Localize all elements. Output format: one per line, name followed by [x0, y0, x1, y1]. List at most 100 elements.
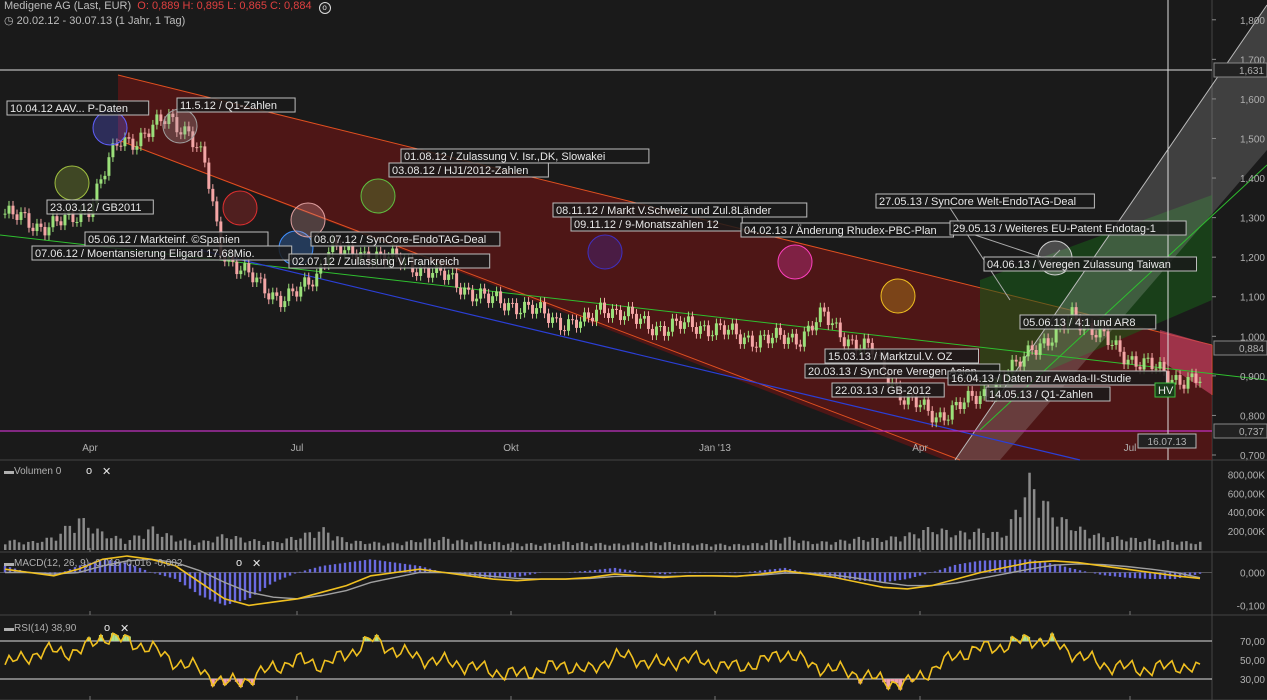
candle-body	[754, 346, 758, 348]
candle-body	[614, 308, 618, 310]
volume-bar	[211, 542, 215, 550]
volume-bar	[899, 541, 902, 550]
candle-body	[806, 325, 810, 332]
macd-histogram-bar	[1003, 559, 1007, 573]
candle-body	[818, 307, 822, 323]
volume-bar	[220, 534, 224, 550]
macd-histogram-bar	[533, 572, 537, 574]
macd-histogram-bar	[153, 572, 157, 574]
volume-bar	[903, 536, 907, 550]
volume-bar	[926, 527, 930, 550]
macd-histogram-bar	[1133, 572, 1137, 579]
candle-body	[822, 307, 826, 312]
candle-body	[135, 146, 139, 150]
macd-histogram-bar	[583, 570, 587, 573]
volume-bar	[626, 544, 630, 550]
candle-body	[51, 216, 55, 228]
volume-bar	[543, 543, 547, 550]
date-tick-label: Apr	[912, 443, 928, 454]
volume-bar	[105, 538, 109, 550]
macd-histogram-bar	[1143, 572, 1147, 579]
candle-body	[826, 311, 830, 326]
candle-body	[567, 319, 571, 331]
volume-bar	[59, 533, 62, 550]
candle-body	[770, 337, 774, 344]
annotation-label: 11.5.12 / Q1-Zahlen	[180, 100, 277, 112]
candle-body	[299, 286, 303, 297]
volume-bar	[4, 544, 7, 550]
candle-body	[3, 213, 7, 215]
volume-bar	[354, 540, 358, 550]
candle-body	[1166, 371, 1170, 385]
macd-histogram-bar	[903, 572, 907, 580]
candle-body	[511, 302, 515, 304]
volume-bar	[1166, 539, 1170, 550]
candle-body	[143, 132, 147, 134]
candle-body	[551, 317, 555, 323]
volume-bar	[359, 541, 362, 550]
volume-bar	[1014, 509, 1017, 550]
candle-body	[686, 316, 690, 323]
macd-histogram-bar	[628, 570, 632, 573]
candle-body	[970, 390, 974, 396]
macd-histogram-bar	[763, 570, 767, 573]
candle-body	[199, 146, 203, 148]
candle-body	[495, 291, 499, 297]
macd-histogram-bar	[1063, 566, 1067, 573]
volume-bar	[889, 536, 893, 550]
date-tick-label: Jan '13	[699, 443, 731, 454]
volume-bar	[50, 537, 53, 550]
annotation-label: 05.06.13 / 4:1 und AR8	[1023, 317, 1136, 329]
volume-bar	[456, 540, 459, 550]
volume-bar	[829, 544, 833, 550]
annotation-label: 14.05.13 / Q1-Zahlen	[989, 389, 1093, 401]
candle-body	[267, 293, 271, 300]
volume-bar	[857, 536, 861, 550]
volume-bar	[1115, 536, 1119, 550]
volume-bar	[553, 544, 556, 550]
candle-body	[31, 227, 35, 232]
macd-histogram-bar	[163, 572, 167, 577]
volume-tick-label: 400,00K	[1228, 508, 1266, 519]
macd-histogram-bar	[333, 564, 337, 573]
annotation-connector	[974, 234, 1051, 261]
macd-histogram-bar	[1148, 572, 1152, 579]
macd-histogram-bar	[358, 560, 362, 573]
candle-body	[930, 410, 934, 423]
macd-histogram-bar	[348, 562, 352, 573]
rsi-tick-label: 50,00	[1240, 656, 1265, 667]
volume-bar	[631, 542, 634, 550]
macd-histogram-bar	[638, 571, 642, 573]
volume-bar	[1097, 533, 1100, 550]
volume-bar	[797, 543, 801, 550]
macd-histogram-bar	[953, 564, 957, 573]
candle-body	[674, 318, 678, 321]
volume-bar	[1000, 537, 1004, 550]
volume-bar	[31, 540, 35, 550]
volume-bar	[239, 537, 242, 550]
macd-legend-swatch: ▬	[4, 558, 14, 569]
volume-bar	[82, 518, 85, 550]
candle-body	[211, 188, 215, 202]
candle-body	[147, 133, 151, 137]
volume-settings-icon: o	[86, 465, 92, 477]
candle-body	[103, 175, 107, 180]
volume-bar	[63, 525, 67, 550]
candle-body	[706, 325, 710, 337]
macd-histogram-bar	[1068, 567, 1072, 573]
volume-bar	[336, 536, 339, 550]
volume-bar	[1171, 542, 1174, 550]
candle-body	[547, 313, 551, 323]
candle-body	[786, 337, 790, 345]
annotation-label: 09.11.12 / 9-Monatszahlen 12	[574, 219, 719, 231]
volume-bar	[677, 544, 681, 550]
price-tick-label: 1,400	[1240, 174, 1265, 185]
macd-histogram-bar	[353, 561, 357, 573]
macd-histogram-bar	[1083, 571, 1087, 573]
volume-bar	[516, 543, 519, 550]
chart-area[interactable]: 10.04.12 AAV... P-Daten 11.5.12 / Q1-Zahl…	[0, 0, 1267, 700]
annotation-label: 04.02.13 / Änderung Rhudex-PBC-Plan	[744, 225, 937, 237]
volume-bar	[705, 544, 708, 550]
candle-body	[467, 287, 471, 290]
price-tick-label: 1,800	[1240, 16, 1265, 27]
